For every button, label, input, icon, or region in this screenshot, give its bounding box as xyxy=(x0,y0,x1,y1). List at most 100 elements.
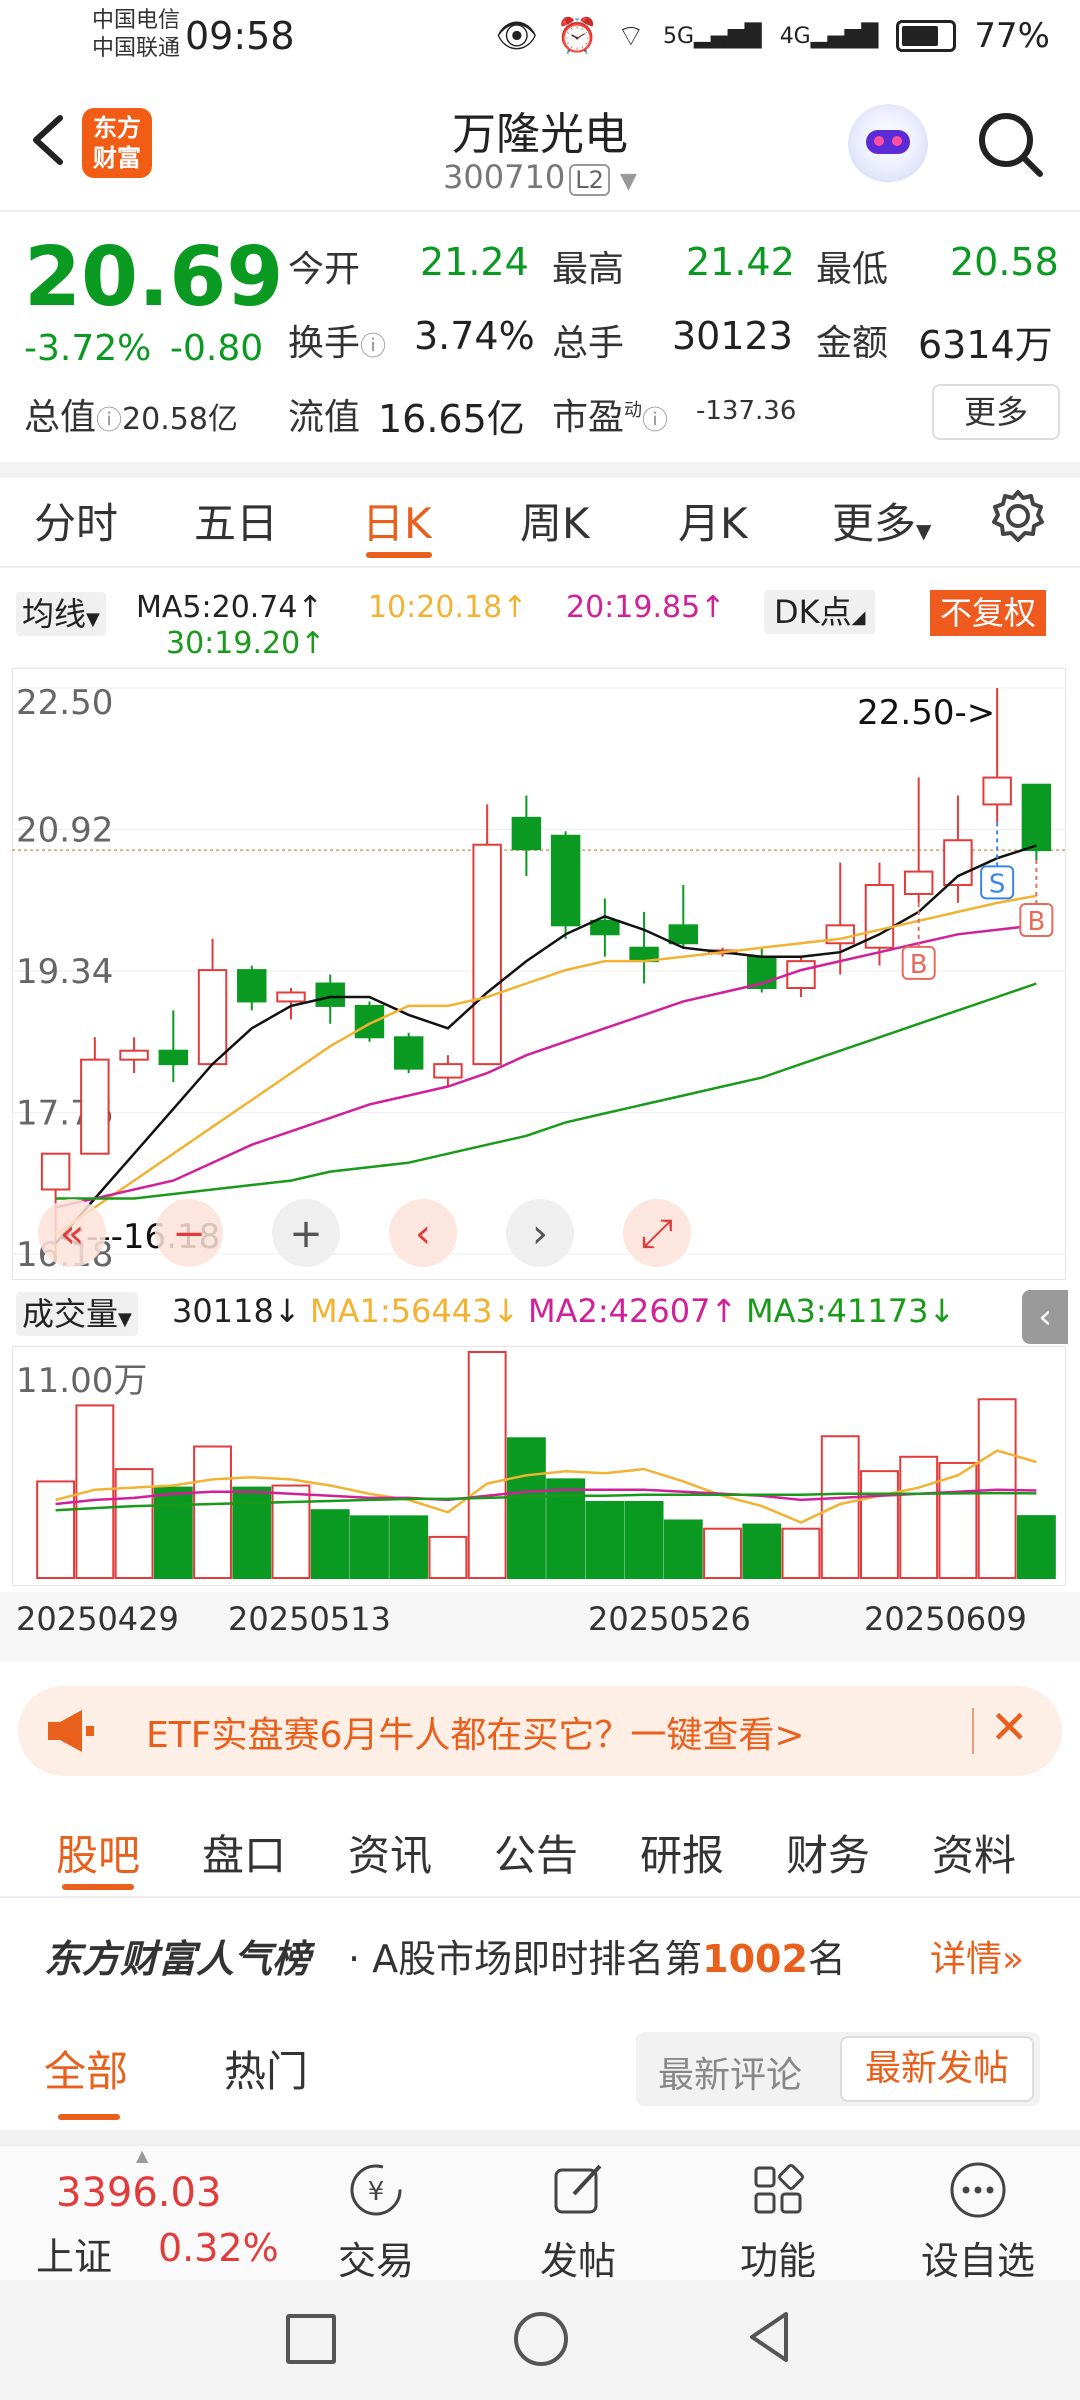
index-ticker[interactable]: ▲ 3396.03 上证 0.32% xyxy=(36,2146,296,2282)
vol-ma1-readout: MA1:56443↓ xyxy=(310,1292,520,1330)
volume-info-bar: 成交量▼ 30118↓ MA1:56443↓ MA2:42607↑ MA3:41… xyxy=(0,1286,1080,1344)
zoom-out-icon-glyph: − xyxy=(172,1211,206,1257)
tab-news[interactable]: 资讯 xyxy=(348,1822,432,1883)
zoom-in-icon[interactable]: + xyxy=(272,1199,340,1267)
volume-bar xyxy=(310,1509,350,1579)
filter-all[interactable]: 全部 xyxy=(44,2038,128,2099)
float-value: 16.65亿 xyxy=(378,397,525,441)
high-value: 21.42 xyxy=(686,240,795,284)
scroll-right-icon-glyph: › xyxy=(532,1211,548,1257)
recent-apps-icon[interactable] xyxy=(286,2314,336,2364)
open-label: 今开 xyxy=(288,249,361,290)
turnover-value: 3.74% xyxy=(414,314,535,358)
candle-body xyxy=(590,919,620,936)
megaphone-icon xyxy=(44,1708,96,1754)
volume-bar xyxy=(153,1486,193,1580)
rank-text: · A股市场即时排名第1002名 xyxy=(348,1937,846,1981)
tab-orderbook[interactable]: 盘口 xyxy=(202,1822,286,1883)
nav-add-watchlist[interactable]: 设自选 xyxy=(908,2160,1048,2285)
period-tabs: 分时 五日 日K 周K 月K 更多▼ xyxy=(0,470,1080,568)
candle-body xyxy=(158,1049,189,1066)
bottom-nav: ▲ 3396.03 上证 0.32% ¥ 交易 发帖 功能 设自选 xyxy=(0,2144,1080,2285)
signal-4g-icon: 4G▂▄▆█ xyxy=(779,23,879,49)
ma10-readout: 10:20.18↑ xyxy=(368,590,528,625)
popularity-rank[interactable]: 东方财富人气榜 · A股市场即时排名第1002名 详情» xyxy=(0,1898,1080,2008)
svg-text:¥: ¥ xyxy=(368,2177,385,2207)
sort-latest-comment[interactable]: 最新评论 xyxy=(658,2046,802,2098)
candle-body xyxy=(393,1036,424,1070)
tab-intraday[interactable]: 分时 xyxy=(34,490,118,551)
ma-type-select[interactable]: 均线▼ xyxy=(16,592,106,636)
tab-forum[interactable]: 股吧 xyxy=(56,1822,140,1883)
system-nav-bar xyxy=(0,2280,1080,2400)
tab-daily-k[interactable]: 日K xyxy=(362,490,432,551)
tab-profile[interactable]: 资料 xyxy=(932,1822,1016,1883)
candle-body xyxy=(943,839,973,887)
system-back-icon[interactable] xyxy=(744,2310,794,2364)
low-label: 最低 xyxy=(816,249,889,290)
volume-bar xyxy=(506,1437,546,1579)
zoom-in-icon-glyph: + xyxy=(289,1211,323,1257)
volume-bar xyxy=(389,1515,429,1579)
double-chevron-icon: » xyxy=(1002,1939,1025,1980)
more-button[interactable]: 更多 xyxy=(932,384,1060,440)
pe-value: -137.36 xyxy=(696,396,797,426)
info-icon: ⓘ xyxy=(360,332,387,362)
search-icon[interactable] xyxy=(976,110,1046,180)
sort-latest-post[interactable]: 最新发帖 xyxy=(840,2036,1034,2102)
double-left-icon-glyph: « xyxy=(60,1211,84,1257)
dk-point-select[interactable]: DK点◢ xyxy=(764,590,876,634)
settings-gear-icon[interactable] xyxy=(990,488,1046,544)
collapse-panel-icon[interactable]: ‹ xyxy=(1022,1290,1068,1344)
tab-monthly-k[interactable]: 月K xyxy=(678,490,748,551)
volume-chart[interactable]: 11.00万 xyxy=(12,1346,1066,1586)
volume-bar xyxy=(193,1445,232,1579)
candle-body xyxy=(982,776,1012,806)
volume-bar xyxy=(232,1486,272,1580)
carrier-2: 中国联通 xyxy=(92,36,181,61)
scroll-left-icon[interactable]: ‹ xyxy=(389,1199,457,1267)
volume-max-label: 11.00万 xyxy=(16,1361,147,1401)
sort-toggle: 最新评论 最新发帖 xyxy=(636,2032,1040,2106)
volume-bar xyxy=(781,1527,821,1579)
candle-body xyxy=(511,816,542,851)
kline-chart[interactable]: 22.5020.9219.3417.7616.1822.50-><---16.1… xyxy=(12,668,1066,1280)
battery-icon xyxy=(896,20,957,52)
change-percent: -3.72% xyxy=(24,328,152,369)
stock-header: 东方 财富 万隆光电 300710 L2 ▼ xyxy=(0,80,1080,212)
candle-body xyxy=(197,969,228,1066)
candle-body xyxy=(119,1049,149,1061)
tab-more[interactable]: 更多▼ xyxy=(832,490,931,551)
volume-bar xyxy=(624,1500,664,1579)
rank-detail-link[interactable]: 详情» xyxy=(930,1930,1024,1982)
carrier-1: 中国电信 xyxy=(92,8,181,33)
tab-five-day[interactable]: 五日 xyxy=(194,490,278,551)
filter-hot[interactable]: 热门 xyxy=(224,2038,308,2099)
active-tab-indicator xyxy=(62,1884,134,1890)
double-left-icon[interactable]: « xyxy=(38,1199,106,1267)
tab-announcements[interactable]: 公告 xyxy=(494,1822,578,1883)
nav-post[interactable]: 发帖 xyxy=(508,2160,648,2285)
amount-value: 6314万 xyxy=(918,323,1053,367)
indicator-select[interactable]: 成交量▼ xyxy=(16,1292,138,1336)
promo-banner[interactable]: ETF实盘赛6月牛人都在买它？一键查看> ✕ xyxy=(18,1686,1062,1776)
home-icon[interactable] xyxy=(514,2312,568,2366)
date-label: 20250609 xyxy=(864,1600,1027,1638)
tab-weekly-k[interactable]: 周K xyxy=(520,490,590,551)
fullscreen-icon[interactable]: ⤢ xyxy=(623,1199,691,1267)
close-icon[interactable]: ✕ xyxy=(990,1700,1029,1754)
scroll-right-icon[interactable]: › xyxy=(506,1199,574,1267)
nav-functions[interactable]: 功能 xyxy=(708,2160,848,2285)
tab-research[interactable]: 研报 xyxy=(640,1822,724,1883)
dropdown-icon: ▼ xyxy=(620,169,637,194)
robot-avatar-icon[interactable] xyxy=(848,104,928,184)
date-axis: 20250429 20250513 20250526 20250609 xyxy=(0,1592,1080,1662)
zoom-out-icon[interactable]: − xyxy=(155,1199,223,1267)
ma5-readout: MA5:20.74↑ xyxy=(136,590,323,625)
nav-trade[interactable]: ¥ 交易 xyxy=(306,2160,446,2285)
rank-number: 1002 xyxy=(702,1937,808,1981)
adjust-button[interactable]: 不复权 xyxy=(930,590,1047,636)
volume-bar xyxy=(742,1523,782,1579)
tab-financials[interactable]: 财务 xyxy=(786,1822,870,1883)
chart-info-bar: 均线▼ MA5:20.74↑ 10:20.18↑ 20:19.85↑ 30:19… xyxy=(0,566,1080,666)
